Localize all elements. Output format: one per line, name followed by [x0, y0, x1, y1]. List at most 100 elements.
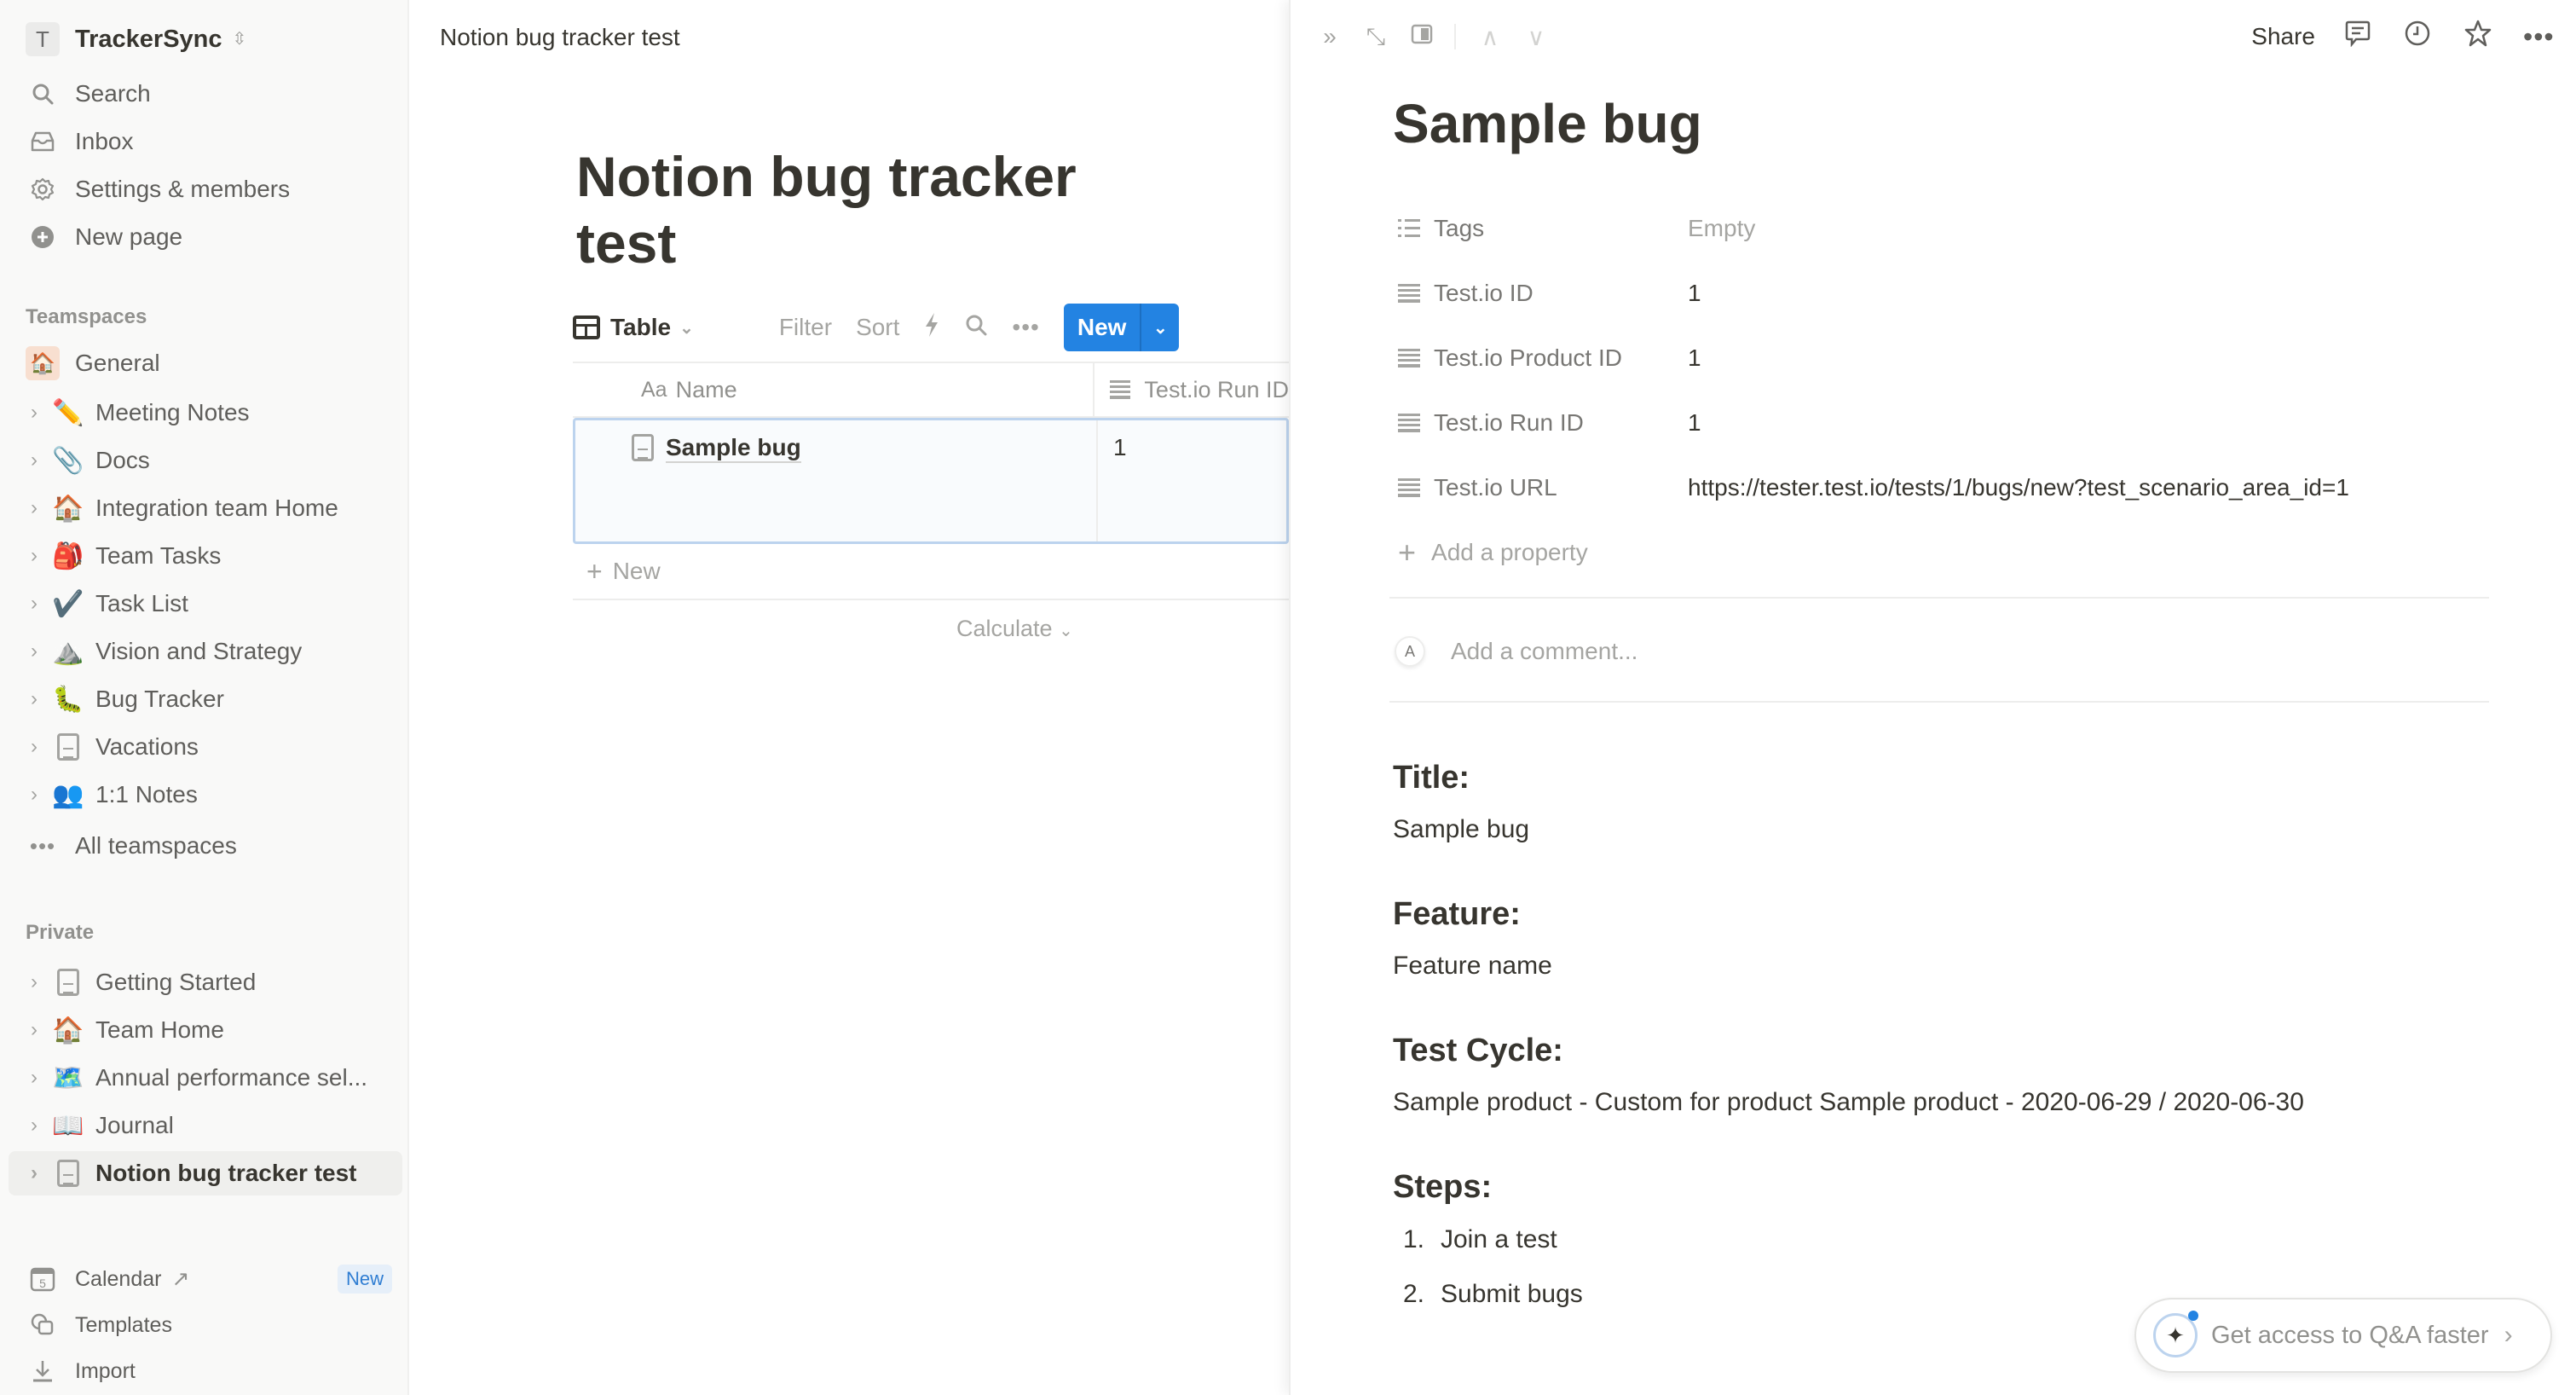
paragraph-test-cycle[interactable]: Sample product - Custom for product Samp…	[1393, 1081, 2501, 1124]
sidebar-item[interactable]: › ⛰️ Vision and Strategy	[9, 629, 402, 674]
heading-feature[interactable]: Feature:	[1393, 889, 2501, 940]
property-testio-id[interactable]: Test.io ID 1	[1393, 261, 2501, 326]
property-testio-run-id[interactable]: Test.io Run ID 1	[1393, 391, 2501, 455]
heading-test-cycle[interactable]: Test Cycle:	[1393, 1025, 2501, 1076]
chevron-right-icon[interactable]: ›	[17, 544, 51, 568]
close-peek-icon[interactable]: »	[1316, 23, 1343, 50]
comment-input[interactable]: A Add a comment...	[1395, 636, 1637, 667]
chevron-right-icon[interactable]: ›	[17, 640, 51, 663]
chevron-right-icon[interactable]: ›	[17, 1066, 51, 1090]
add-property-button[interactable]: + Add a property	[1393, 520, 2501, 585]
chevron-right-icon[interactable]: ›	[17, 1114, 51, 1137]
paragraph-feature[interactable]: Feature name	[1393, 945, 2501, 987]
table-row[interactable]: Sample bug 1	[573, 418, 1289, 544]
property-value[interactable]: 1	[1688, 280, 1701, 307]
properties-list: Tags Empty Test.io ID 1 Test.io Product …	[1393, 196, 2501, 585]
automation-lightning-icon[interactable]	[923, 312, 940, 344]
qa-prompt-button[interactable]: ✦ Get access to Q&A faster ›	[2134, 1298, 2552, 1373]
property-testio-url[interactable]: Test.io URL https://tester.test.io/tests…	[1393, 455, 2501, 520]
chevron-up-icon[interactable]: ∧	[1476, 23, 1504, 51]
property-testio-product-id[interactable]: Test.io Product ID 1	[1393, 326, 2501, 391]
peek-mode-icon[interactable]	[1408, 23, 1435, 51]
chevron-right-icon[interactable]: ›	[17, 1018, 51, 1042]
sidebar-search[interactable]: Search	[26, 73, 151, 114]
sidebar-item[interactable]: › 👥 1:1 Notes	[9, 773, 402, 817]
column-header-name[interactable]: Aa Name	[573, 363, 1095, 416]
sidebar-item[interactable]: › 🏠 Team Home	[9, 1008, 402, 1052]
new-record-button[interactable]: New ⌄	[1063, 304, 1180, 351]
more-options-icon[interactable]: •••	[1012, 314, 1039, 341]
sidebar-item[interactable]: › 🏠 Integration team Home	[9, 486, 402, 530]
property-value[interactable]: 1	[1688, 344, 1701, 372]
sidebar-templates-label: Templates	[75, 1312, 172, 1337]
property-value[interactable]: Empty	[1688, 215, 1755, 242]
home-icon: 🏠	[26, 346, 60, 380]
list-number: 1.	[1403, 1225, 1425, 1253]
chevron-right-icon[interactable]: ›	[17, 687, 51, 711]
sidebar-item[interactable]: › Vacations	[9, 725, 402, 769]
heading-steps[interactable]: Steps:	[1393, 1161, 2501, 1213]
chevron-right-icon[interactable]: ›	[17, 1161, 51, 1185]
history-clock-icon[interactable]	[2404, 20, 2431, 54]
sidebar-import[interactable]: Import	[26, 1352, 392, 1390]
sidebar-all-teamspaces[interactable]: ••• All teamspaces	[26, 825, 237, 866]
chevron-right-icon[interactable]: ›	[17, 592, 51, 616]
page-emoji-icon: 🐛	[52, 685, 84, 714]
sidebar-new-page[interactable]: New page	[26, 217, 182, 258]
sidebar-item[interactable]: › 🐛 Bug Tracker	[9, 677, 402, 721]
sidebar-inbox[interactable]: Inbox	[26, 121, 134, 162]
breadcrumb[interactable]: Notion bug tracker test	[440, 24, 680, 51]
column-header-run-id[interactable]: Test.io Run ID	[1095, 363, 1289, 416]
cell-name[interactable]: Sample bug	[575, 420, 1098, 541]
heading-title[interactable]: Title:	[1393, 752, 2501, 803]
sidebar-settings-label: Settings & members	[75, 176, 291, 202]
chevron-right-icon[interactable]: ›	[17, 783, 51, 807]
cell-run-id[interactable]: 1	[1098, 420, 1127, 541]
chevron-right-icon[interactable]: ›	[17, 496, 51, 520]
view-tab-table[interactable]: Table ⌄	[573, 314, 694, 341]
sidebar-templates[interactable]: Templates	[26, 1306, 392, 1344]
search-icon[interactable]	[964, 313, 988, 343]
text-icon	[1398, 414, 1420, 432]
row-title[interactable]: Sample bug	[666, 434, 801, 463]
favorite-star-icon[interactable]	[2463, 19, 2492, 55]
sidebar-item-general[interactable]: 🏠 General	[26, 341, 401, 385]
more-options-icon[interactable]: •••	[2523, 21, 2554, 53]
calculate-button[interactable]: Calculate ⌄	[956, 616, 1073, 642]
chevron-down-icon[interactable]: ∨	[1522, 23, 1550, 51]
sidebar-item[interactable]: › 🗺️ Annual performance sel...	[9, 1056, 402, 1100]
chevron-right-icon[interactable]: ›	[17, 970, 51, 994]
chevron-right-icon[interactable]: ›	[17, 449, 51, 472]
sidebar-item[interactable]: › Notion bug tracker test	[9, 1151, 402, 1195]
new-button-label[interactable]: New	[1064, 304, 1141, 351]
filter-button[interactable]: Filter	[779, 314, 832, 341]
sidebar-item[interactable]: › 📖 Journal	[9, 1103, 402, 1148]
chevron-down-icon[interactable]: ⌄	[1140, 304, 1179, 351]
add-property-label: Add a property	[1431, 539, 1588, 565]
sidebar-item[interactable]: › Getting Started	[9, 960, 402, 1004]
record-title[interactable]: Sample bug	[1393, 92, 1702, 155]
sidebar-item[interactable]: › 📎 Docs	[9, 438, 402, 483]
add-row-button[interactable]: + New	[573, 544, 1289, 600]
expand-icon[interactable]: ⤡	[1362, 23, 1389, 51]
sidebar-item[interactable]: › ✏️ Meeting Notes	[9, 391, 402, 435]
sidebar-item[interactable]: › ✔️ Task List	[9, 582, 402, 626]
paragraph-title[interactable]: Sample bug	[1393, 808, 2501, 851]
page-title[interactable]: Notion bug tracker test	[576, 143, 1156, 276]
share-button[interactable]: Share	[2251, 23, 2315, 50]
property-value[interactable]: https://tester.test.io/tests/1/bugs/new?…	[1688, 474, 2349, 501]
sort-button[interactable]: Sort	[856, 314, 899, 341]
sidebar-all-teamspaces-label: All teamspaces	[75, 832, 237, 859]
list-item[interactable]: 1. Join a test	[1393, 1213, 2501, 1267]
chevron-right-icon[interactable]: ›	[17, 401, 51, 425]
chevron-right-icon[interactable]: ›	[17, 735, 51, 759]
workspace-switcher[interactable]: T TrackerSync ⇳	[26, 22, 246, 56]
property-tags[interactable]: Tags Empty	[1393, 196, 2501, 261]
sidebar-item[interactable]: › 🎒 Team Tasks	[9, 534, 402, 578]
property-value[interactable]: 1	[1688, 409, 1701, 437]
page-emoji-icon: 📎	[52, 446, 84, 475]
comment-placeholder[interactable]: Add a comment...	[1451, 638, 1637, 665]
comment-icon[interactable]	[2344, 20, 2371, 54]
sidebar-settings[interactable]: Settings & members	[26, 169, 290, 210]
sidebar-calendar[interactable]: 5 Calendar ↗ New	[26, 1260, 392, 1298]
